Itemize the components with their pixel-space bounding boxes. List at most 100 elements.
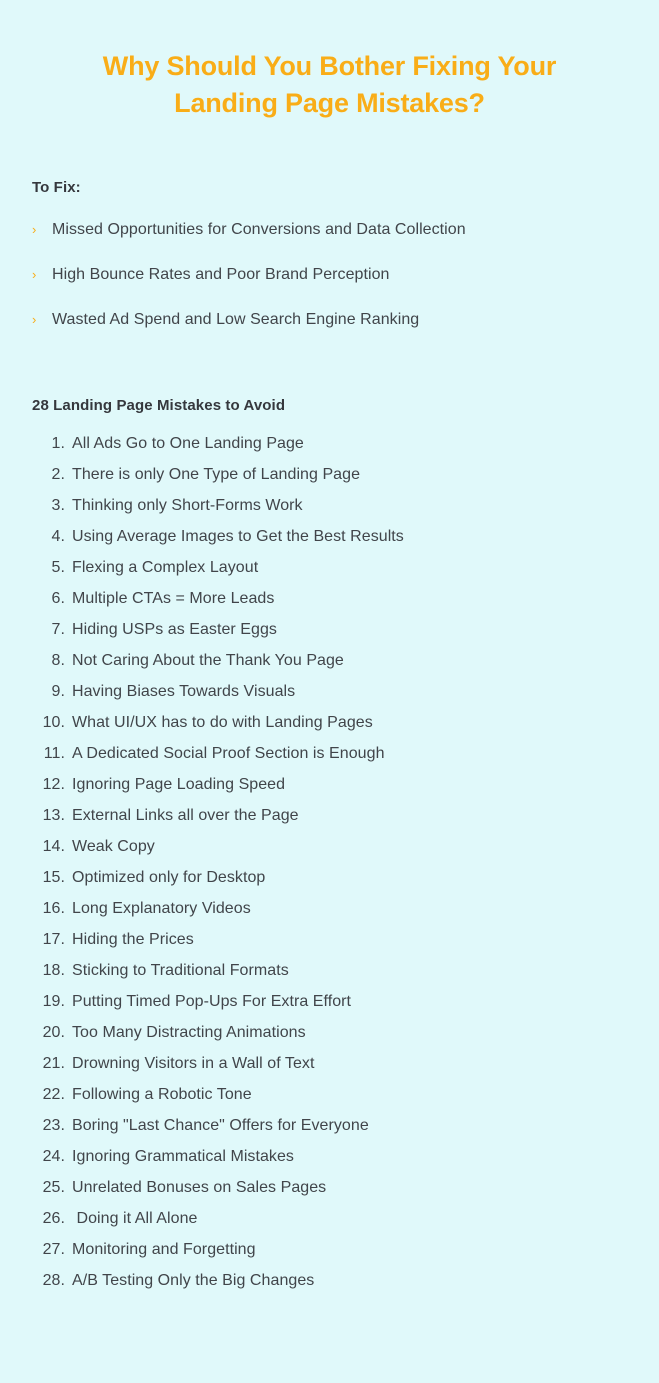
list-item: 8. Not Caring About the Thank You Page	[32, 651, 659, 669]
list-item-label: Long Explanatory Videos	[72, 899, 251, 917]
list-item-number: 9.	[51, 682, 65, 700]
list-item-label: Putting Timed Pop-Ups For Extra Effort	[72, 992, 352, 1010]
list-item-number: 10.	[42, 713, 65, 731]
list-item-label: There is only One Type of Landing Page	[72, 465, 361, 483]
list-item-number: 13.	[42, 806, 65, 824]
list-item-number: 14.	[42, 837, 65, 855]
list-item-number: 18.	[42, 961, 65, 979]
list-item-label: Wasted Ad Spend and Low Search Engine Ra…	[52, 310, 420, 328]
list-item-label: A Dedicated Social Proof Section is Enou…	[72, 744, 385, 762]
list-item: 15. Optimized only for Desktop	[32, 868, 659, 886]
list-item-number: 24.	[42, 1147, 65, 1165]
list-item-label: What UI/UX has to do with Landing Pages	[72, 713, 373, 731]
list-item-label: Following a Robotic Tone	[72, 1085, 252, 1103]
list-item-number: 19.	[42, 992, 65, 1010]
list-item-label: Monitoring and Forgetting	[72, 1240, 256, 1258]
list-item-number: 23.	[42, 1116, 65, 1134]
list-item: 1. All Ads Go to One Landing Page	[32, 434, 659, 452]
list-item-label: Sticking to Traditional Formats	[72, 961, 289, 979]
list-item: 13. External Links all over the Page	[32, 806, 659, 824]
list-item-number: 21.	[42, 1054, 65, 1072]
list-item-label: High Bounce Rates and Poor Brand Percept…	[52, 265, 390, 283]
list-item: 16. Long Explanatory Videos	[32, 899, 659, 917]
list-item: 12. Ignoring Page Loading Speed	[32, 775, 659, 793]
list-item-number: 1.	[51, 434, 65, 452]
list-item-number: 17.	[42, 930, 65, 948]
to-fix-list: › Missed Opportunities for Conversions an…	[32, 221, 659, 329]
list-item-label: External Links all over the Page	[72, 806, 299, 824]
list-item: 3. Thinking only Short-Forms Work	[32, 496, 659, 514]
list-item: 20. Too Many Distracting Animations	[32, 1023, 659, 1041]
chevron-right-icon: ›	[32, 266, 37, 282]
list-item-number: 25.	[42, 1178, 65, 1196]
list-item-label: Multiple CTAs = More Leads	[72, 589, 275, 607]
list-item-number: 11.	[43, 744, 65, 762]
list-item: 18. Sticking to Traditional Formats	[32, 961, 659, 979]
list-item: › High Bounce Rates and Poor Brand Percep…	[32, 266, 659, 284]
chevron-right-icon: ›	[32, 311, 37, 327]
list-item-number: 16.	[42, 899, 65, 917]
list-item: 7. Hiding USPs as Easter Eggs	[32, 620, 659, 638]
chevron-right-icon: ›	[32, 221, 37, 237]
list-item: 23. Boring "Last Chance" Offers for Every…	[32, 1116, 659, 1134]
list-item-label: Missed Opportunities for Conversions and…	[52, 220, 466, 238]
list-item-label: Unrelated Bonuses on Sales Pages	[72, 1178, 327, 1196]
list-item-label: Ignoring Grammatical Mistakes	[72, 1147, 294, 1165]
list-item: 27. Monitoring and Forgetting	[32, 1240, 659, 1258]
list-item: 2. There is only One Type of Landing Page	[32, 465, 659, 483]
page-title: Why Should You Bother Fixing Your Landin…	[102, 51, 557, 119]
list-item: › Wasted Ad Spend and Low Search Engine R…	[32, 311, 659, 329]
list-item-number: 7.	[51, 620, 65, 638]
to-fix-label: To Fix:	[32, 178, 81, 196]
list-item-number: 22.	[42, 1085, 65, 1103]
list-item: 17. Hiding the Prices	[32, 930, 659, 948]
list-item-number: 27.	[42, 1240, 65, 1258]
list-item: 6. Multiple CTAs = More Leads	[32, 589, 659, 607]
list-item-number: 6.	[51, 589, 65, 607]
list-item-number: 26.	[42, 1209, 65, 1227]
list-item-label: A/B Testing Only the Big Changes	[72, 1271, 315, 1289]
list-item-number: 8.	[51, 651, 65, 669]
list-item: › Missed Opportunities for Conversions an…	[32, 221, 659, 239]
list-item: 22. Following a Robotic Tone	[32, 1085, 659, 1103]
list-item-label: Boring "Last Chance" Offers for Everyone	[72, 1116, 369, 1134]
mistakes-list: 1. All Ads Go to One Landing Page 2. There …	[32, 434, 659, 1289]
list-item-label: Hiding the Prices	[72, 930, 194, 948]
list-item-label: Hiding USPs as Easter Eggs	[72, 620, 277, 638]
mistakes-section: 28 Landing Page Mistakes to Avoid 1. All …	[0, 397, 659, 1289]
list-item-label: Using Average Images to Get the Best Res…	[72, 527, 404, 545]
list-item: 19. Putting Timed Pop-Ups For Extra Effor…	[32, 992, 659, 1010]
mistakes-heading: 28 Landing Page Mistakes to Avoid	[32, 396, 286, 414]
list-item-number: 12.	[42, 775, 65, 793]
list-item: 10. What UI/UX has to do with Landing Pag…	[32, 713, 659, 731]
list-item-label: All Ads Go to One Landing Page	[72, 434, 304, 452]
list-item-label: Ignoring Page Loading Speed	[72, 775, 286, 793]
list-item-number: 4.	[51, 527, 65, 545]
list-item-label: Thinking only Short-Forms Work	[72, 496, 303, 514]
list-item-number: 20.	[42, 1023, 65, 1041]
article-page: Why Should You Bother Fixing Your Landin…	[0, 0, 659, 1383]
list-item: 21. Drowning Visitors in a Wall of Text	[32, 1054, 659, 1072]
list-item: 5. Flexing a Complex Layout	[32, 558, 659, 576]
list-item-label: Drowning Visitors in a Wall of Text	[72, 1054, 315, 1072]
list-item-number: 3.	[51, 496, 65, 514]
list-item: 28. A/B Testing Only the Big Changes	[32, 1271, 659, 1289]
list-item-number: 15.	[42, 868, 65, 886]
list-item: 11. A Dedicated Social Proof Section is E…	[32, 744, 659, 762]
list-item-number: 2.	[51, 465, 65, 483]
list-item-label: Doing it All Alone	[72, 1209, 198, 1227]
to-fix-section: To Fix: › Missed Opportunities for Conver…	[0, 179, 659, 329]
list-item-label: Flexing a Complex Layout	[72, 558, 259, 576]
list-item: 9. Having Biases Towards Visuals	[32, 682, 659, 700]
list-item: 4. Using Average Images to Get the Best R…	[32, 527, 659, 545]
list-item-number: 5.	[51, 558, 65, 576]
list-item-label: Having Biases Towards Visuals	[72, 682, 296, 700]
list-item: 14. Weak Copy	[32, 837, 659, 855]
list-item-number: 28.	[42, 1271, 65, 1289]
list-item-label: Not Caring About the Thank You Page	[72, 651, 344, 669]
list-item: 24. Ignoring Grammatical Mistakes	[32, 1147, 659, 1165]
list-item: 25. Unrelated Bonuses on Sales Pages	[32, 1178, 659, 1196]
list-item-label: Optimized only for Desktop	[72, 868, 266, 886]
list-item-label: Weak Copy	[72, 837, 155, 855]
list-item-label: Too Many Distracting Animations	[72, 1023, 306, 1041]
